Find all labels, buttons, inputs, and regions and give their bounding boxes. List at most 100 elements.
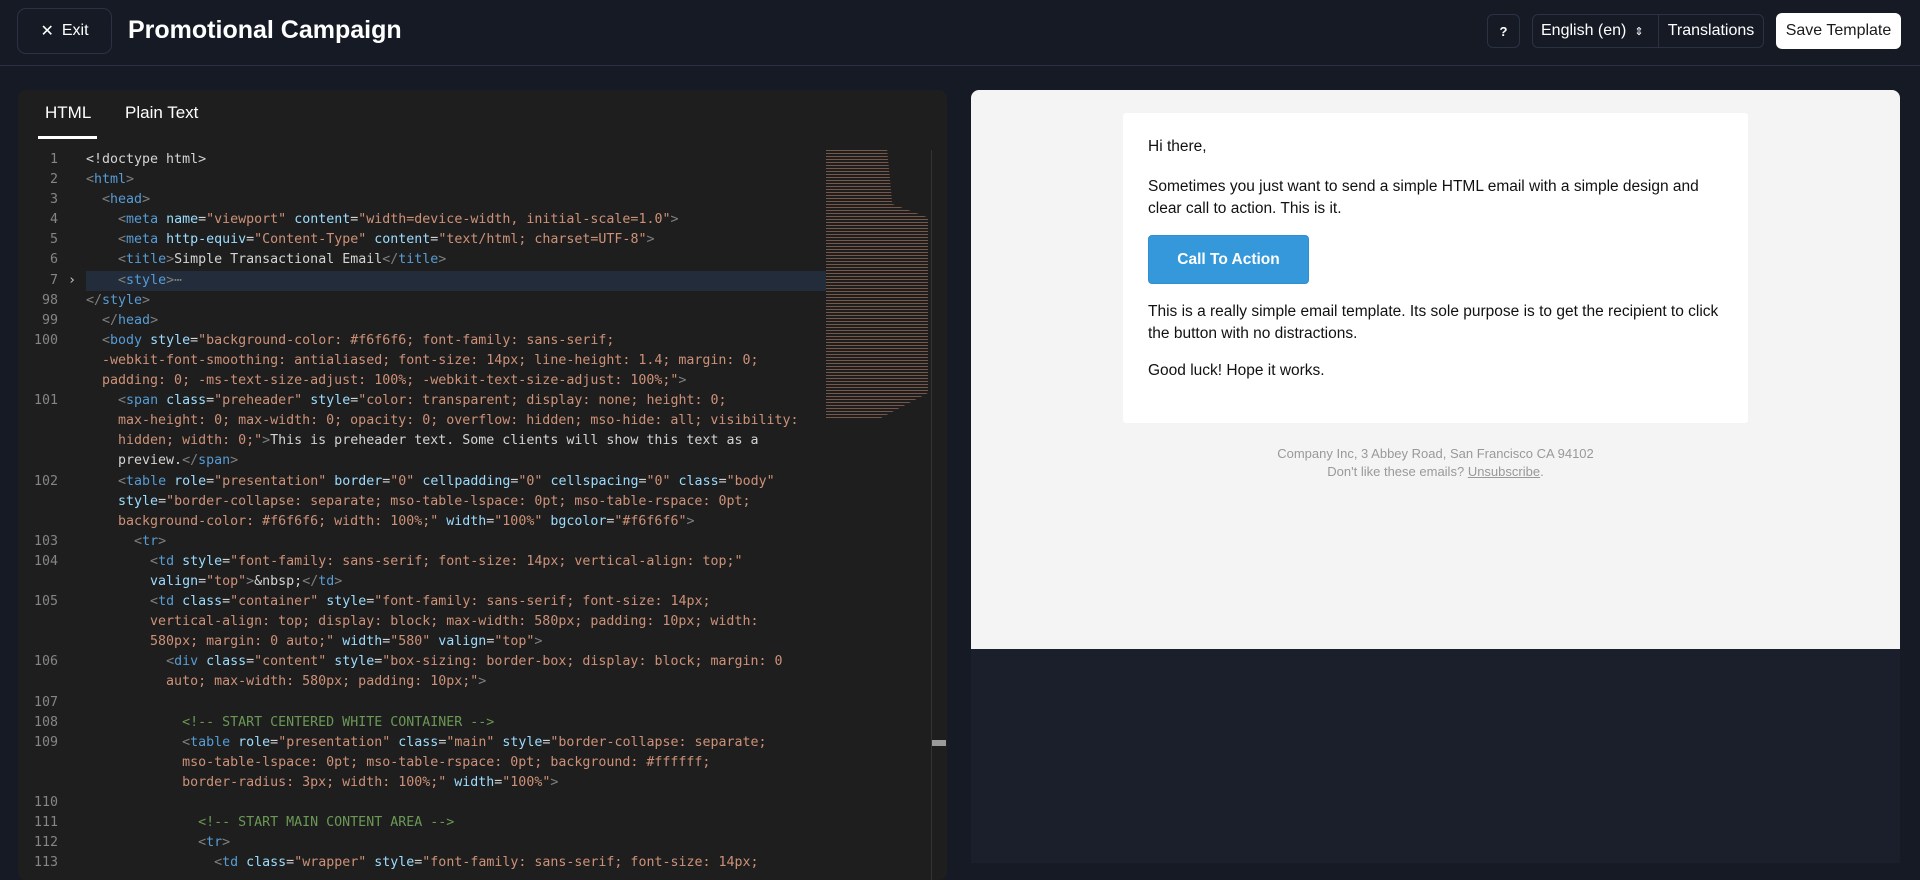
code-line[interactable]: 112 <tr> [18, 833, 826, 853]
code-token: <!-- START MAIN CONTENT AREA --> [198, 815, 455, 831]
code-line[interactable]: background-color: #f6f6f6; width: 100%;"… [18, 512, 826, 532]
minimap[interactable] [826, 150, 928, 420]
code-line[interactable]: 101 <span class="preheader" style="color… [18, 391, 826, 411]
code-line[interactable]: -webkit-font-smoothing: antialiased; fon… [18, 351, 826, 371]
line-text: <table role="presentation" border="0" ce… [86, 472, 826, 492]
code-line[interactable]: 99 </head> [18, 311, 826, 331]
code-line[interactable]: 580px; margin: 0 auto;" width="580" vali… [18, 632, 826, 652]
tab-plain-text[interactable]: Plain Text [125, 103, 198, 123]
code-token: content [294, 212, 351, 228]
line-number: 110 [33, 795, 58, 810]
code-line[interactable]: hidden; width: 0;">This is preheader tex… [18, 431, 826, 451]
code-token: > [438, 252, 447, 268]
scrollbar-thumb[interactable] [932, 740, 946, 746]
code-token: &nbsp; [254, 573, 303, 589]
code-token: = [246, 654, 255, 670]
code-line[interactable]: 106 <div class="content" style="box-sizi… [18, 652, 826, 672]
code-line[interactable]: auto; max-width: 580px; padding: 10px;"> [18, 672, 826, 692]
email-card: Hi there, Sometimes you just want to sen… [1123, 113, 1748, 423]
code-line[interactable]: max-height: 0; max-width: 0; opacity: 0;… [18, 411, 826, 431]
call-to-action-button[interactable]: Call To Action [1148, 235, 1309, 284]
code-token: style [118, 493, 159, 509]
code-token: > [262, 433, 271, 449]
code-line[interactable]: 98 </style> [18, 291, 826, 311]
code-token: "box-sizing: border-box; display: block;… [382, 654, 783, 670]
code-line[interactable]: 100 <body style="background-color: #f6f6… [18, 331, 826, 351]
code-line[interactable]: mso-table-lspace: 0pt; mso-table-rspace:… [18, 753, 826, 773]
translations-button[interactable]: Translations [1659, 15, 1763, 47]
tab-html[interactable]: HTML [45, 103, 91, 123]
line-number: 106 [33, 654, 58, 670]
line-text: <table role="presentation" class="main" … [86, 733, 826, 753]
code-line[interactable]: 108 <!-- START CENTERED WHITE CONTAINER … [18, 713, 826, 733]
code-line[interactable]: vertical-align: top; display: block; max… [18, 612, 826, 632]
code-line[interactable]: 110 [18, 793, 826, 813]
line-number: 103 [33, 533, 58, 549]
line-text: <!-- START CENTERED WHITE CONTAINER --> [86, 713, 826, 733]
code-line[interactable]: border-radius: 3px; width: 100%;" width=… [18, 773, 826, 793]
code-line[interactable]: 107 [18, 693, 826, 713]
code-token: "text/html; charset=UTF-8" [438, 232, 647, 248]
code-token: html [94, 172, 127, 188]
code-token: This is preheader text. Some clients wil… [270, 433, 759, 449]
code-token: "font-family: sans-serif; font-size: 14p… [374, 594, 711, 610]
line-text: <td style="font-family: sans-serif; font… [86, 552, 826, 572]
save-template-button[interactable]: Save Template [1776, 13, 1901, 49]
code-line[interactable]: 6 <title>Simple Transactional Email</tit… [18, 250, 826, 270]
fold-chevron-icon[interactable]: › [68, 271, 76, 291]
language-select[interactable]: English (en) ⇕ [1533, 15, 1659, 47]
line-text: <tr> [86, 833, 826, 853]
code-token: = [158, 493, 167, 509]
chevron-up-down-icon: ⇕ [1634, 25, 1644, 38]
unsubscribe-link[interactable]: Unsubscribe [1468, 464, 1540, 479]
exit-button[interactable]: ✕ Exit [17, 8, 112, 54]
code-token: "border-collapse: separate; [550, 734, 767, 750]
code-area[interactable]: 1 <!doctype html> 2 <html> 3 <head> 4 <meta n… [18, 150, 826, 880]
code-token: > [334, 573, 343, 589]
vertical-scrollbar[interactable] [931, 150, 947, 880]
code-token: "100%" [494, 513, 551, 529]
code-token: = [198, 573, 207, 589]
code-line[interactable]: 103 <tr> [18, 532, 826, 552]
code-line[interactable]: 104 <td style="font-family: sans-serif; … [18, 552, 826, 572]
code-line[interactable]: 102 <table role="presentation" border="0… [18, 472, 826, 492]
code-line[interactable]: 5 <meta http-equiv="Content-Type" conten… [18, 230, 826, 250]
code-token: head [118, 312, 151, 328]
code-line[interactable]: 7 › <style>⋯ [18, 270, 826, 291]
code-token: td [318, 573, 335, 589]
code-token: > [158, 533, 167, 549]
code-token: > [166, 252, 175, 268]
code-token: = [206, 393, 215, 409]
code-line[interactable]: style="border-collapse: separate; mso-ta… [18, 492, 826, 512]
code-token: style [182, 553, 223, 569]
help-button[interactable]: ? [1487, 14, 1520, 48]
line-text: <div class="content" style="box-sizing: … [86, 652, 826, 672]
code-token: < [150, 594, 159, 610]
code-line[interactable]: valign="top">&nbsp;</td> [18, 572, 826, 592]
code-token: "viewport" [206, 212, 295, 228]
code-token: "#f6f6f6" [614, 513, 687, 529]
preview-canvas: Hi there, Sometimes you just want to sen… [971, 90, 1900, 649]
code-line[interactable]: padding: 0; -ms-text-size-adjust: 100%; … [18, 371, 826, 391]
code-line[interactable]: 4 <meta name="viewport" content="width=d… [18, 210, 826, 230]
code-editor-panel: HTML Plain Text 1 <!doctype html> 2 <html> 3… [18, 90, 947, 880]
code-line[interactable]: 2 <html> [18, 170, 826, 190]
code-line[interactable]: 113 <td class="wrapper" style="font-fami… [18, 853, 826, 873]
code-line[interactable]: 111 <!-- START MAIN CONTENT AREA --> [18, 813, 826, 833]
code-token: width [342, 634, 383, 650]
code-line[interactable]: 1 <!doctype html> [18, 150, 826, 170]
line-text: border-radius: 3px; width: 100%;" width=… [86, 773, 826, 793]
code-line[interactable]: 3 <head> [18, 190, 826, 210]
code-token: meta [126, 232, 167, 248]
code-line[interactable]: 105 <td class="container" style="font-fa… [18, 592, 826, 612]
code-token: </ [182, 453, 199, 469]
code-token: > [142, 192, 151, 208]
code-token: > [686, 513, 695, 529]
code-line[interactable]: preview.</span> [18, 451, 826, 471]
code-token: "container" [230, 594, 327, 610]
code-line[interactable]: 109 <table role="presentation" class="ma… [18, 733, 826, 753]
